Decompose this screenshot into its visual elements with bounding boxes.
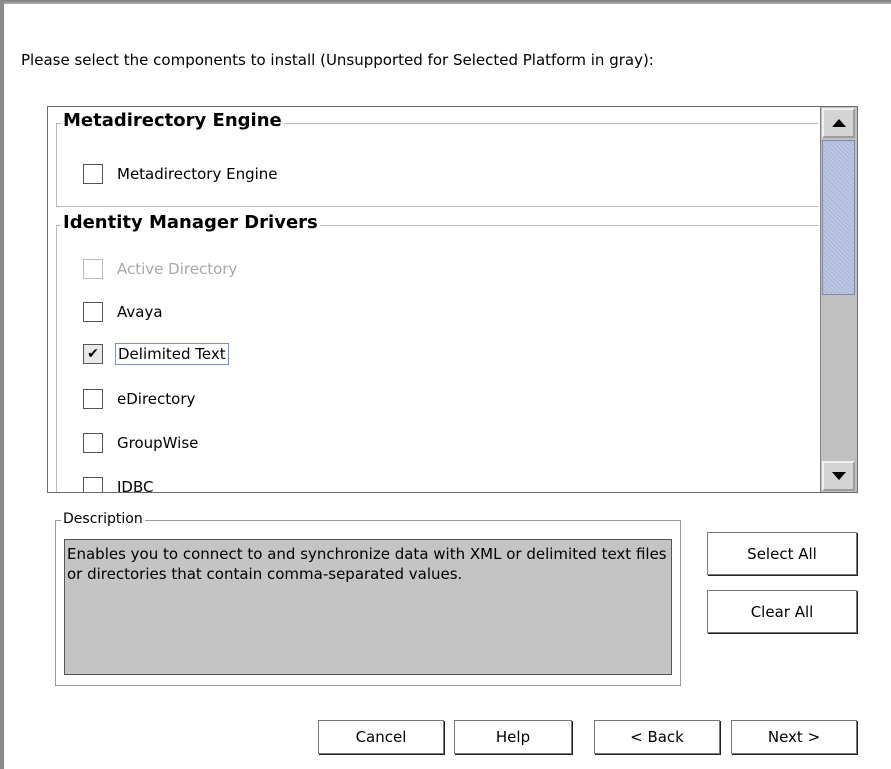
component-item-delimited-text[interactable]: ✔ Delimited Text: [83, 342, 229, 366]
window-left-border: [0, 0, 4, 769]
clear-all-button[interactable]: Clear All: [707, 590, 857, 633]
component-label: Active Directory: [117, 260, 238, 278]
checkbox[interactable]: [83, 433, 103, 453]
component-item-metadirectory-engine[interactable]: Metadirectory Engine: [83, 162, 280, 186]
component-label: JDBC: [117, 478, 154, 492]
checkbox[interactable]: [83, 477, 103, 492]
description-group: Description Enables you to connect to an…: [55, 511, 681, 686]
component-item-avaya[interactable]: Avaya: [83, 300, 165, 324]
component-list-viewport: Metadirectory Engine Metadirectory Engin…: [48, 107, 818, 492]
select-all-button[interactable]: Select All: [707, 532, 857, 575]
arrow-down-icon: [831, 472, 846, 480]
group-title: Metadirectory Engine: [61, 110, 284, 131]
checkbox[interactable]: [83, 164, 103, 184]
vertical-scrollbar[interactable]: [820, 107, 857, 492]
component-label: Delimited Text: [115, 343, 229, 365]
scroll-up-button[interactable]: [822, 108, 855, 138]
checkbox[interactable]: [83, 259, 103, 279]
component-label: Avaya: [117, 303, 163, 321]
description-text: Enables you to connect to and synchroniz…: [64, 539, 672, 675]
component-item-active-directory[interactable]: Active Directory: [83, 257, 239, 281]
help-button[interactable]: Help: [454, 720, 572, 754]
next-button[interactable]: Next >: [731, 720, 857, 754]
check-mark-icon: ✔: [87, 346, 99, 362]
checkbox[interactable]: [83, 302, 103, 322]
arrow-up-icon: [831, 119, 846, 127]
component-label: eDirectory: [117, 390, 196, 408]
checkbox[interactable]: [83, 389, 103, 409]
component-label: Metadirectory Engine: [117, 165, 278, 183]
group-identity-manager-drivers: Identity Manager Drivers Active Director…: [56, 212, 818, 492]
group-metadirectory-engine: Metadirectory Engine Metadirectory Engin…: [56, 110, 818, 207]
component-item-jdbc[interactable]: JDBC: [83, 475, 155, 492]
component-item-edirectory[interactable]: eDirectory: [83, 387, 197, 411]
component-item-groupwise[interactable]: GroupWise: [83, 431, 200, 455]
checkbox-checked[interactable]: ✔: [83, 344, 103, 364]
scrollbar-thumb[interactable]: [822, 140, 855, 295]
window-top-border: [0, 0, 891, 4]
description-legend: Description: [61, 511, 145, 527]
cancel-button[interactable]: Cancel: [318, 720, 444, 754]
back-button[interactable]: < Back: [594, 720, 720, 754]
component-list: Metadirectory Engine Metadirectory Engin…: [47, 106, 858, 493]
component-label: GroupWise: [117, 434, 199, 452]
group-title: Identity Manager Drivers: [61, 212, 320, 233]
scroll-down-button[interactable]: [822, 461, 855, 491]
instruction-text: Please select the components to install …: [21, 51, 654, 69]
